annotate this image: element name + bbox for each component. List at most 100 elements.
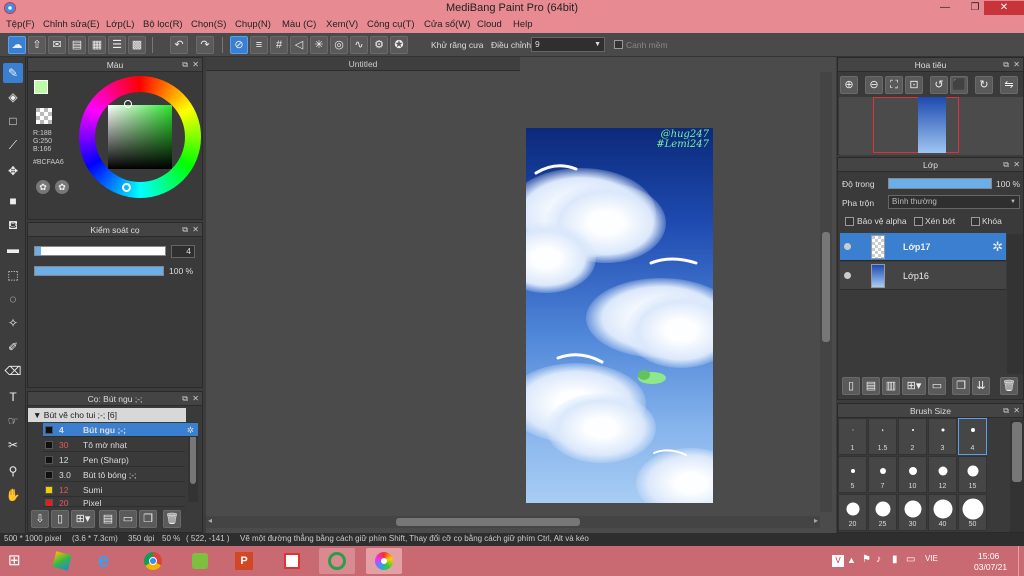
curve-snap-icon[interactable]: ∿ bbox=[350, 36, 368, 54]
detach-icon[interactable]: ⧉ bbox=[182, 392, 188, 406]
correction-select[interactable]: 9 ▼ bbox=[531, 37, 605, 52]
hue-ring[interactable] bbox=[79, 76, 201, 198]
bluestacks-icon[interactable] bbox=[44, 548, 80, 574]
battery-icon[interactable]: ▭ bbox=[906, 554, 915, 565]
gear-icon[interactable]: ✲ bbox=[992, 239, 1003, 255]
medibang-icon[interactable] bbox=[366, 548, 402, 574]
brush-size-10[interactable]: 10 bbox=[898, 456, 927, 493]
menu-filter[interactable]: Bộ lọc(R) bbox=[143, 19, 183, 30]
settings-icon[interactable]: ⚙ bbox=[370, 36, 388, 54]
new-halftone-layer-icon[interactable]: ▤ bbox=[862, 377, 880, 395]
document-tab[interactable]: Untitled bbox=[206, 57, 520, 71]
sv-cursor[interactable] bbox=[124, 100, 132, 108]
detach-icon[interactable]: ⧉ bbox=[1003, 158, 1009, 172]
brush-size-5[interactable]: 5 bbox=[838, 456, 867, 493]
rectangle-tool-icon[interactable]: □ bbox=[3, 111, 23, 131]
brush-size-30[interactable]: 30 bbox=[898, 494, 927, 531]
menu-help[interactable]: Help bbox=[513, 19, 533, 30]
grid-snap-icon[interactable]: # bbox=[270, 36, 288, 54]
add-brush-icon[interactable]: ⊞▾ bbox=[71, 510, 95, 528]
brush-settings-icon[interactable]: ▤ bbox=[99, 510, 117, 528]
clipping-checkbox[interactable] bbox=[914, 217, 923, 226]
trash-icon[interactable]: 🗑 bbox=[1000, 377, 1018, 395]
canvas-area[interactable] bbox=[206, 57, 836, 533]
saturation-value-square[interactable] bbox=[108, 105, 172, 169]
brush-item[interactable]: 12 Sumi bbox=[43, 483, 185, 497]
close-icon[interactable]: ✕ bbox=[1013, 58, 1020, 72]
zoom-in-icon[interactable]: ⊕ bbox=[840, 76, 858, 94]
duplicate-icon[interactable]: ❐ bbox=[139, 510, 157, 528]
radial-snap-icon[interactable]: ✳ bbox=[310, 36, 328, 54]
brush-size-1[interactable]: 1 bbox=[838, 418, 867, 455]
close-icon[interactable]: ✕ bbox=[192, 58, 199, 72]
network-icon[interactable]: ▮ bbox=[892, 554, 898, 565]
select-pen-icon[interactable]: ✐ bbox=[3, 337, 23, 357]
comment-icon[interactable]: ✉ bbox=[48, 36, 66, 54]
undo-icon[interactable]: ↶ bbox=[170, 36, 188, 54]
folder-icon[interactable]: ▭ bbox=[928, 377, 946, 395]
rotate-left-icon[interactable]: ↺ bbox=[930, 76, 948, 94]
fullscreen-icon[interactable]: ⬛ bbox=[950, 76, 968, 94]
detach-icon[interactable]: ⧉ bbox=[1003, 58, 1009, 72]
redo-icon[interactable]: ↷ bbox=[196, 36, 214, 54]
brush-group-header[interactable]: ▼ Bút vẽ cho tui ;-; [6] bbox=[28, 408, 186, 422]
brush-item[interactable]: 3.0 Bút tô bóng ;-; bbox=[43, 468, 185, 482]
layer-opacity-slider[interactable] bbox=[888, 178, 992, 189]
close-icon[interactable]: ✕ bbox=[192, 392, 199, 406]
fill-rect-tool-icon[interactable]: ■ bbox=[3, 191, 23, 211]
close-icon[interactable]: ✕ bbox=[1013, 158, 1020, 172]
artwork-canvas[interactable]: @hug247 #Lemi247 bbox=[526, 128, 713, 503]
new-brush-icon[interactable]: ▯ bbox=[51, 510, 69, 528]
volume-icon[interactable]: ♪ bbox=[876, 554, 881, 565]
perspective-snap-icon[interactable]: ◁ bbox=[290, 36, 308, 54]
flag-tray-icon[interactable]: ⚑ bbox=[862, 554, 871, 565]
duplicate-icon[interactable]: ❐ bbox=[952, 377, 970, 395]
scroll-right-icon[interactable]: ▸ bbox=[814, 516, 818, 525]
rotate-right-icon[interactable]: ↻ bbox=[975, 76, 993, 94]
brush-tool-icon[interactable]: ✎ bbox=[3, 63, 23, 83]
brush-size-4[interactable]: 4 bbox=[958, 418, 987, 455]
photo-app-icon[interactable] bbox=[319, 548, 355, 574]
detach-icon[interactable]: ⧉ bbox=[1003, 404, 1009, 418]
horizontal-scrollbar[interactable]: ◂ ▸ bbox=[206, 516, 820, 528]
brush-size-7[interactable]: 7 bbox=[868, 456, 897, 493]
add-layer-menu-icon[interactable]: ⊞▾ bbox=[902, 377, 926, 395]
brush-size-15[interactable]: 15 bbox=[958, 456, 987, 493]
brush-size-slider[interactable] bbox=[34, 246, 166, 256]
paint-icon[interactable] bbox=[182, 548, 218, 574]
brush-size-2[interactable]: 2 bbox=[898, 418, 927, 455]
snap-checkbox[interactable] bbox=[614, 40, 623, 49]
text-tool-icon[interactable]: T bbox=[3, 387, 23, 407]
divide-tool-icon[interactable]: ✂ bbox=[3, 435, 23, 455]
navigator-preview[interactable] bbox=[839, 97, 1023, 155]
menu-tools[interactable]: Công cụ(T) bbox=[367, 19, 415, 30]
magic-wand-icon[interactable]: ✧ bbox=[3, 313, 23, 333]
brush-size-20[interactable]: 20 bbox=[838, 494, 867, 531]
scroll-left-icon[interactable]: ◂ bbox=[208, 516, 212, 525]
protect-alpha-checkbox[interactable] bbox=[845, 217, 854, 226]
layer-item-lop17[interactable]: Lớp17 ✲ bbox=[840, 233, 1006, 261]
vpn-tray-icon[interactable]: V bbox=[832, 555, 844, 567]
brush-item[interactable]: 20 Pixel bbox=[43, 498, 185, 507]
parallel-snap-icon[interactable]: ≡ bbox=[250, 36, 268, 54]
close-icon[interactable]: ✕ bbox=[1013, 404, 1020, 418]
select-rect-icon[interactable]: ⬚ bbox=[3, 265, 23, 285]
brush-size-25[interactable]: 25 bbox=[868, 494, 897, 531]
gear-icon[interactable]: ✲ bbox=[187, 423, 194, 437]
folder-icon[interactable]: ▭ bbox=[119, 510, 137, 528]
trash-icon[interactable]: 🗑 bbox=[163, 510, 181, 528]
brush-opacity-slider[interactable] bbox=[34, 266, 164, 276]
layer-item-lop16[interactable]: Lớp16 bbox=[840, 262, 1006, 290]
brush-size-1-5[interactable]: 1.5 bbox=[868, 418, 897, 455]
input-language[interactable]: VIE bbox=[925, 554, 938, 563]
close-button[interactable]: ✕ bbox=[984, 1, 1024, 15]
share-icon[interactable]: ⇧ bbox=[28, 36, 46, 54]
windows-start-icon[interactable]: ⊞ bbox=[8, 553, 26, 569]
brush-size-3[interactable]: 3 bbox=[928, 418, 957, 455]
visibility-icon[interactable] bbox=[844, 272, 851, 279]
cloud-download-icon[interactable]: ⇩ bbox=[31, 510, 49, 528]
palette-add-icon[interactable]: ✿ bbox=[55, 180, 69, 194]
menu-view[interactable]: Xem(V) bbox=[326, 19, 358, 30]
menu-edit[interactable]: Chỉnh sửa(E) bbox=[43, 19, 100, 30]
brush-item[interactable]: 30 Tô mờ nhạt bbox=[43, 438, 185, 452]
